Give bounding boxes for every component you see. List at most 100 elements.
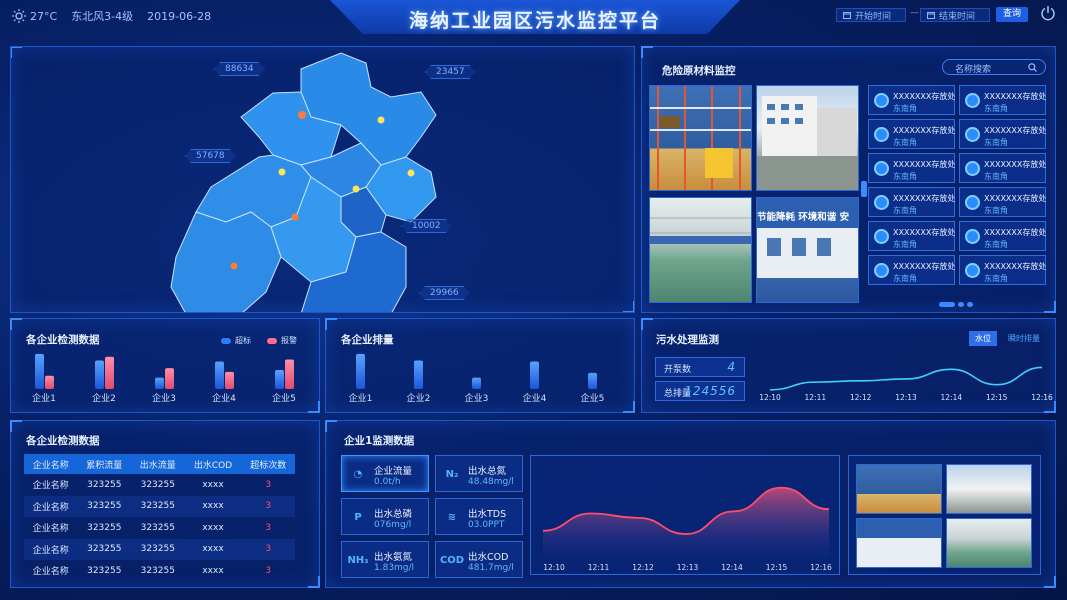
storage-card[interactable]: XXXXXXX存放处 东南角 [868, 187, 955, 217]
bar-emission[interactable] [414, 360, 423, 390]
x-tick-label: 企业2 [92, 392, 116, 404]
start-time-input[interactable]: 开始时间 [836, 8, 906, 22]
carousel-handle[interactable] [861, 181, 867, 197]
site-sign-photo[interactable]: 节能降耗 环境和谐 安 [756, 197, 859, 303]
table-cell: 3 [241, 538, 295, 560]
power-icon[interactable] [1040, 5, 1056, 21]
bar-alarm[interactable] [45, 375, 54, 389]
storage-card[interactable]: XXXXXXX存放处 东南角 [959, 255, 1046, 285]
pagination-dots[interactable] [939, 292, 976, 311]
storage-card[interactable]: XXXXXXX存放处 东南角 [868, 153, 955, 183]
x-tick-label: 12:11 [805, 393, 827, 402]
marker-yellow[interactable] [278, 168, 286, 176]
map-tag[interactable]: 29966 [419, 286, 470, 300]
table-cell: 323255 [77, 538, 132, 560]
bar-exceed[interactable] [95, 360, 104, 390]
table-header-cell[interactable]: 超标次数 [241, 454, 295, 474]
metric-card[interactable]: COD 出水COD 481.7mg/l [435, 541, 523, 578]
thumb-site-sign[interactable] [856, 518, 942, 568]
bar-alarm[interactable] [165, 368, 174, 389]
bar-exceed[interactable] [35, 353, 44, 389]
metric-card[interactable]: ≋ 出水TDS 03.0PPT [435, 498, 523, 535]
x-tick-label: 企业3 [152, 392, 176, 404]
camera-icon [874, 93, 889, 108]
weather-info: 27°C 东北风3-4级 2019-06-28 [12, 8, 211, 24]
x-tick-label: 企业5 [581, 392, 605, 404]
factory-floor-photo[interactable] [649, 197, 752, 303]
end-time-placeholder: 结束时间 [939, 11, 976, 22]
marker-yellow[interactable] [407, 169, 415, 177]
marker-orange[interactable] [230, 262, 238, 270]
bar-exceed[interactable] [215, 361, 224, 389]
thumb-building[interactable] [946, 464, 1032, 514]
storage-card[interactable]: XXXXXXX存放处 东南角 [868, 85, 955, 115]
marker-yellow[interactable] [352, 185, 360, 193]
thumb-warehouse[interactable] [856, 464, 942, 514]
x-tick-label: 企业4 [523, 392, 547, 404]
pagination-dot[interactable] [939, 302, 955, 307]
search-icon[interactable] [1028, 63, 1037, 72]
area-fill[interactable] [543, 487, 829, 558]
bar-emission[interactable] [472, 377, 481, 389]
cod-icon: COD [439, 554, 465, 566]
marker-orange[interactable] [298, 111, 306, 119]
table-row[interactable]: 企业名称 323255 323255 xxxx 3 [24, 538, 295, 560]
storage-card[interactable]: XXXXXXX存放处 东南角 [959, 187, 1046, 217]
table-header-cell[interactable]: 出水流量 [131, 454, 185, 474]
metric-card[interactable]: ◔ 企业流量 0.0t/h [341, 455, 429, 492]
table-header-cell[interactable]: 企业名称 [24, 454, 78, 474]
storage-card-location: 东南角 [984, 206, 1008, 215]
bar-emission[interactable] [356, 353, 365, 389]
bar-emission[interactable] [588, 372, 597, 389]
storage-card[interactable]: XXXXXXX存放处 东南角 [868, 119, 955, 149]
table-row[interactable]: 企业名称 323255 323255 xxxx 3 [24, 495, 295, 517]
thumb-factory-floor[interactable] [946, 518, 1032, 568]
x-tick-label: 12:14 [941, 393, 963, 402]
camera-icon [874, 161, 889, 176]
bar-emission[interactable] [530, 361, 539, 389]
pagination-dot[interactable] [967, 302, 973, 307]
bar-alarm[interactable] [285, 359, 294, 389]
material-search-input[interactable]: 名称搜索 [942, 59, 1046, 75]
camera-icon [965, 229, 980, 244]
table-title: 各企业检测数据 [26, 435, 100, 447]
storage-card[interactable]: XXXXXXX存放处 东南角 [868, 221, 955, 251]
table-row[interactable]: 企业名称 323255 323255 xxxx 3 [24, 474, 295, 496]
storage-card-location: 东南角 [984, 104, 1008, 113]
marker-yellow[interactable] [377, 116, 385, 124]
storage-card-location: 东南角 [893, 274, 917, 283]
sewage-line[interactable] [769, 366, 1043, 391]
metric-card[interactable]: NH₃ 出水氨氮 1.83mg/l [341, 541, 429, 578]
metric-value: 1.83mg/l [374, 563, 415, 573]
emission-bar-chart: 企业1 企业2 企业3 企业4 企业5 [349, 353, 605, 404]
metric-card[interactable]: N₂ 出水总氮 48.48mg/l [435, 455, 523, 492]
query-button[interactable]: 查询 [996, 7, 1028, 22]
bar-alarm[interactable] [225, 371, 234, 389]
table-cell: 323255 [131, 495, 185, 517]
table-cell: xxxx [184, 538, 242, 560]
bar-exceed[interactable] [155, 377, 164, 389]
map-tag[interactable]: 23457 [425, 65, 476, 79]
pagination-dot[interactable] [958, 302, 964, 307]
storage-card[interactable]: XXXXXXX存放处 东南角 [959, 119, 1046, 149]
table-row[interactable]: 企业名称 323255 323255 xxxx 3 [24, 560, 295, 582]
building-photo[interactable] [756, 85, 859, 191]
monitor-panel: 企业1监测数据 ◔ 企业流量 0.0t/h N₂ 出水总氮 48.48mg/l P 出水总磷 0… [325, 420, 1056, 588]
map-tag[interactable]: 10002 [401, 219, 452, 233]
bar-exceed[interactable] [275, 370, 284, 389]
marker-orange[interactable] [291, 213, 299, 221]
table-header-cell[interactable]: 出水COD [184, 454, 242, 474]
table-header-cell[interactable]: 累积流量 [77, 454, 132, 474]
storage-card[interactable]: XXXXXXX存放处 东南角 [868, 255, 955, 285]
metric-card[interactable]: P 出水总磷 076mg/l [341, 498, 429, 535]
table-row[interactable]: 企业名称 323255 323255 xxxx 3 [24, 517, 295, 539]
map-region-southwest[interactable] [170, 211, 282, 313]
storage-card[interactable]: XXXXXXX存放处 东南角 [959, 221, 1046, 251]
storage-card[interactable]: XXXXXXX存放处 东南角 [959, 153, 1046, 183]
bar-alarm[interactable] [105, 356, 114, 389]
storage-card[interactable]: XXXXXXX存放处 东南角 [959, 85, 1046, 115]
map-tag[interactable]: 57678 [185, 149, 236, 163]
end-time-input[interactable]: 结束时间 [920, 8, 990, 22]
map-tag[interactable]: 88634 [214, 62, 265, 76]
warehouse-photo[interactable] [649, 85, 752, 191]
